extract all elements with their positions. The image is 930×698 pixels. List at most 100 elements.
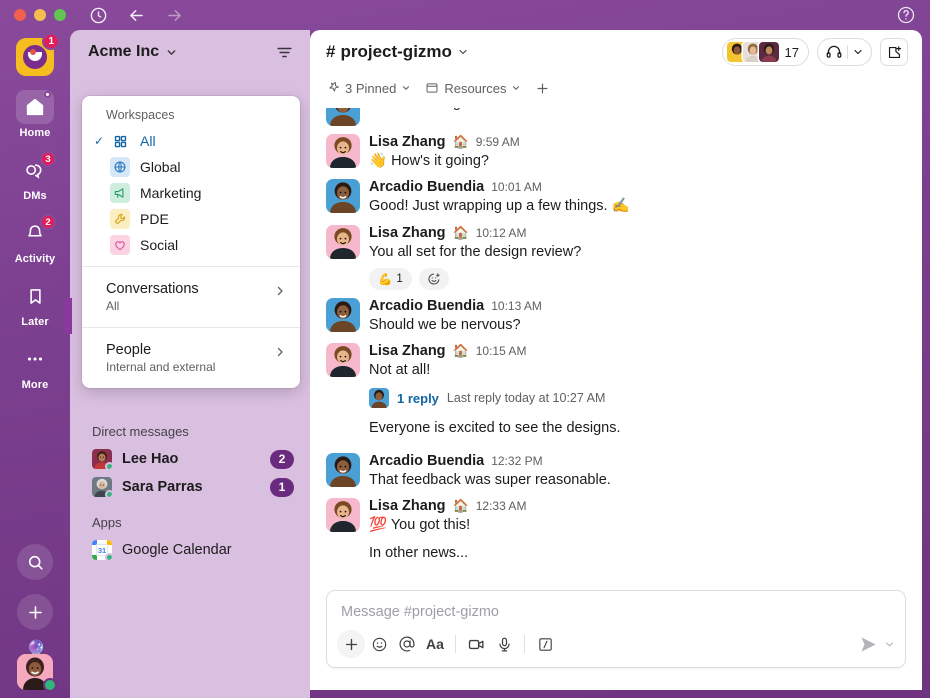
message-composer[interactable]: Message #project-gizmo Aa (326, 590, 906, 668)
attach-button[interactable] (337, 630, 365, 658)
clock-icon[interactable] (88, 5, 108, 25)
workspace-option-social[interactable]: Social (82, 232, 300, 258)
divider (455, 635, 456, 653)
members-button[interactable]: 17 (721, 38, 809, 66)
avatar[interactable] (326, 498, 360, 533)
channel-title-button[interactable]: # project-gizmo (326, 42, 469, 62)
rail-item-dms[interactable]: 3 DMs (6, 151, 64, 202)
pin-icon (326, 81, 340, 95)
dm-group-label: Direct messages (92, 424, 189, 439)
message-text: 👋 How's it going? (369, 153, 489, 169)
tab-pinned[interactable]: 3 Pinned (326, 81, 411, 96)
huddle-button[interactable] (817, 38, 872, 66)
message-item: Good morning. (326, 108, 906, 128)
message-item: Lisa Zhang 🏠 12:33 AM 💯 You got this! (326, 492, 906, 537)
message-input[interactable]: Message #project-gizmo (327, 591, 905, 624)
reaction-chip[interactable]: 💪 1 (369, 267, 412, 290)
plus-icon[interactable] (17, 594, 53, 630)
workspace-option-global[interactable]: Global (82, 154, 300, 180)
rail-item-later[interactable]: Later (6, 279, 64, 328)
shortcuts-button[interactable] (531, 630, 559, 658)
message-text: Good! Just wrapping up a few things. ✍️ (369, 198, 630, 215)
tab-resources[interactable]: Resources (425, 81, 521, 96)
message-timestamp: 10:13 AM (491, 298, 542, 313)
avatar[interactable] (326, 343, 360, 378)
sidebar-item-google-calendar[interactable]: 31 Google Calendar (78, 536, 302, 564)
thread-reply-count[interactable]: 1 reply (397, 391, 439, 406)
arrow-right-icon[interactable] (164, 5, 184, 25)
add-reaction-icon[interactable] (418, 267, 449, 290)
search-icon[interactable] (17, 544, 53, 580)
send-button[interactable] (854, 630, 882, 658)
workspace-option-pde[interactable]: PDE (82, 206, 300, 232)
message-item: Lisa Zhang 🏠 10:15 AM Not at all! 1 repl… (326, 337, 906, 412)
status-emoji: 🏠 (452, 343, 469, 359)
composer-toolbar: Aa (327, 624, 905, 667)
message-author[interactable]: Lisa Zhang (369, 498, 446, 514)
audio-clip-button[interactable] (490, 630, 518, 658)
message-author[interactable]: Lisa Zhang (369, 343, 446, 359)
workspace-unread-badge: 1 (42, 33, 60, 50)
canvas-icon[interactable] (880, 38, 908, 66)
chevron-down-icon (511, 83, 521, 93)
sidebar-header: Acme Inc (70, 30, 310, 74)
avatar[interactable]: 🔮 (15, 642, 57, 692)
format-button[interactable]: Aa (421, 630, 449, 658)
workspace-switcher[interactable]: 1 (16, 33, 60, 76)
message-item: Arcadio Buendia 10:01 AM Good! Just wrap… (326, 173, 906, 218)
activity-badge: 2 (40, 214, 56, 230)
workspace-name-button[interactable]: Acme Inc (88, 43, 178, 61)
dropdown-row-people[interactable]: People Internal and external (82, 336, 300, 380)
arrow-left-icon[interactable] (126, 5, 146, 25)
avatar[interactable] (326, 179, 360, 214)
message-author[interactable]: Lisa Zhang (369, 225, 446, 241)
chevron-down-icon[interactable] (852, 46, 864, 58)
divider (847, 45, 848, 59)
chevron-right-icon (274, 281, 286, 297)
message-timestamp: 9:59 AM (475, 135, 520, 149)
message-author[interactable]: Arcadio Buendia (369, 298, 484, 314)
avatar[interactable] (326, 297, 360, 332)
thread-summary[interactable]: 1 reply Last reply today at 10:27 AM (369, 386, 906, 410)
rail-label-dms: DMs (23, 190, 47, 202)
window-titlebar (0, 0, 930, 30)
sidebar-item-sara-parras[interactable]: Sara Parras 1 (78, 473, 302, 501)
chevron-down-icon[interactable] (884, 639, 895, 650)
dropdown-row-conversations[interactable]: Conversations All (82, 275, 300, 319)
rail-label-later: Later (21, 316, 49, 328)
workspace-option-all[interactable]: ✓ All (82, 128, 300, 154)
avatar[interactable] (326, 452, 360, 487)
message-timestamp: 12:32 PM (491, 453, 543, 468)
avatar[interactable] (326, 134, 360, 168)
video-clip-button[interactable] (462, 630, 490, 658)
rail-item-activity[interactable]: 2 Activity (6, 214, 64, 265)
workspace-name: Acme Inc (88, 43, 160, 60)
maximize-window-button[interactable] (54, 9, 66, 21)
window-controls[interactable] (0, 9, 66, 21)
member-avatars (726, 42, 779, 62)
message-list[interactable]: Good morning. Lisa (310, 108, 922, 582)
help-circle-icon[interactable] (896, 5, 916, 25)
unread-badge: 1 (270, 477, 294, 497)
avatar (92, 449, 112, 469)
close-window-button[interactable] (14, 9, 26, 21)
wrench-icon (110, 209, 130, 229)
message-author[interactable]: Lisa Zhang (369, 134, 446, 150)
filter-icon[interactable] (275, 43, 294, 62)
add-tab-icon[interactable] (535, 81, 550, 96)
message-continuation: In other news... (369, 545, 469, 562)
rail-item-home[interactable]: Home (6, 90, 64, 139)
reaction-emoji: 💪 (378, 273, 393, 286)
member-count: 17 (784, 44, 799, 60)
message-author[interactable]: Arcadio Buendia (369, 179, 484, 195)
workspace-option-marketing[interactable]: Marketing (82, 180, 300, 206)
grid-icon (110, 131, 130, 151)
minimize-window-button[interactable] (34, 9, 46, 21)
rail-item-more[interactable]: More (6, 342, 64, 391)
message-timestamp: 10:12 AM (475, 225, 527, 240)
message-author[interactable]: Arcadio Buendia (369, 453, 484, 469)
avatar[interactable] (326, 224, 360, 259)
emoji-button[interactable] (365, 630, 393, 658)
sidebar-item-lee-hao[interactable]: Lee Hao 2 (78, 445, 302, 473)
mention-button[interactable] (393, 630, 421, 658)
